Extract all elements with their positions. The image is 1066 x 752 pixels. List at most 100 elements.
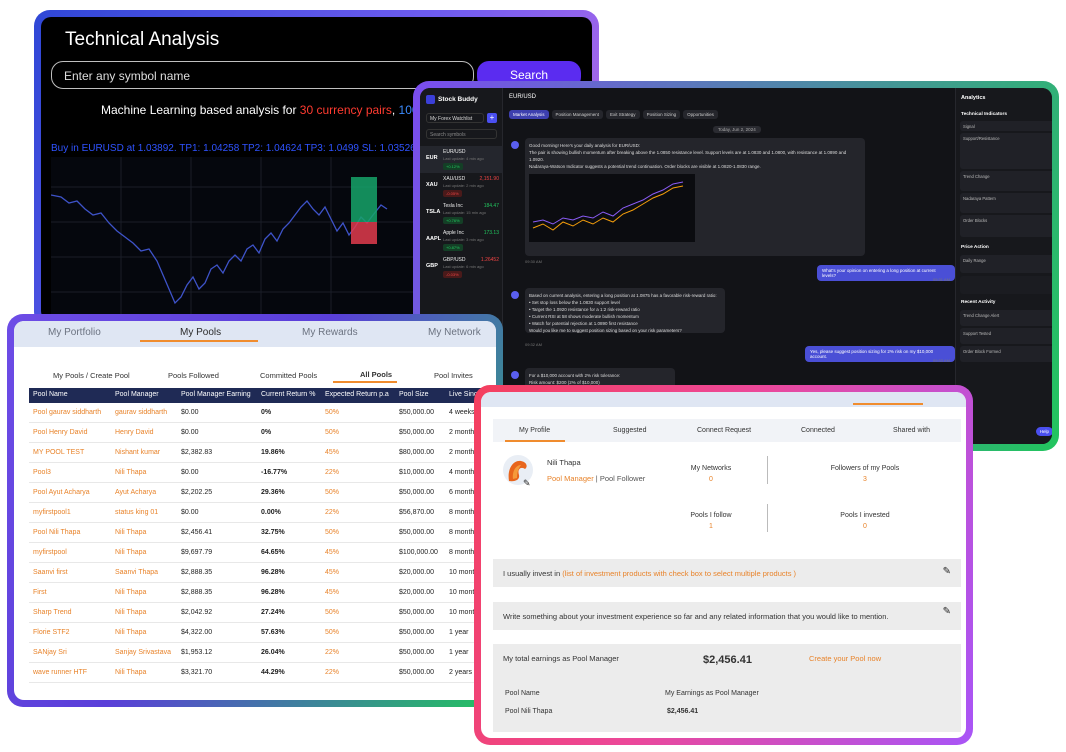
stat-followers[interactable]: Followers of my Pools 3	[805, 465, 925, 483]
pool-name-cell[interactable]: MY POOL TEST	[33, 449, 84, 456]
edit-icon[interactable]: ✎	[943, 566, 951, 577]
pool-name-cell[interactable]: wave runner HTF	[33, 669, 87, 676]
watchlist-item[interactable]: GBP GBP/USD Last update: 6 min ago -0.03…	[420, 254, 503, 281]
table-row[interactable]: Sharp Trend Nili Thapa $2,042.92 27.24% 50% $…	[29, 603, 491, 623]
watchlist-select[interactable]: My Forex Watchlist	[426, 113, 484, 123]
section-title: Price Action	[961, 245, 989, 250]
stop-loss-zone	[351, 222, 377, 244]
tab-exit-strategy[interactable]: Exit Strategy	[606, 110, 640, 119]
col-pool-manager[interactable]: Pool Manager	[115, 391, 159, 398]
pool-manager-cell[interactable]: status king 01	[115, 509, 158, 516]
tab-connect-request[interactable]: Connect Request	[697, 427, 751, 434]
tab-my-profile[interactable]: My Profile	[519, 427, 550, 434]
pool-name-cell[interactable]: Sharp Trend	[33, 609, 72, 616]
pool-name-cell[interactable]: Pool Nili Thapa	[33, 529, 80, 536]
subtab-pools-followed[interactable]: Pools Followed	[168, 371, 219, 380]
tab-my-rewards[interactable]: My Rewards	[302, 327, 358, 338]
subtab-all-pools[interactable]: All Pools	[360, 370, 392, 379]
pool-manager-cell[interactable]: Nili Thapa	[115, 589, 146, 596]
pool-name-cell[interactable]: Pool Ayut Acharya	[33, 489, 90, 496]
watchlist-item[interactable]: XAU XAU/USD Last update: 2 min ago -0.05…	[420, 173, 503, 200]
symbol-search-input[interactable]: Enter any symbol name	[51, 61, 474, 89]
pool-name-cell[interactable]: First	[33, 589, 47, 596]
pool-manager-cell[interactable]: Ayut Acharya	[115, 489, 156, 496]
pool-name-cell[interactable]: myfirstpool	[33, 549, 67, 556]
pool-name-cell[interactable]: myfirstpool1	[33, 509, 71, 516]
pool-manager-cell[interactable]: Nili Thapa	[115, 629, 146, 636]
add-watchlist-button[interactable]: +	[487, 113, 497, 123]
tab-shared-with[interactable]: Shared with	[893, 427, 930, 434]
stat-pools-i-invested[interactable]: Pools I invested 0	[805, 512, 925, 530]
table-row[interactable]: myfirstpool1 status king 01 $0.00 0.00% 22% $…	[29, 503, 491, 523]
tab-suggested[interactable]: Suggested	[613, 427, 646, 434]
message-line: • Target the 1.0920 resistance for a 1:2…	[529, 307, 640, 312]
col-current-return[interactable]: Current Return %	[261, 391, 315, 398]
table-row[interactable]: MY POOL TEST Nishant kumar $2,382.83 19.86%…	[29, 443, 491, 463]
pool-manager-cell[interactable]: Nili Thapa	[115, 469, 146, 476]
pool-name-cell[interactable]: SANjay Sri	[33, 649, 67, 656]
timeframe-card	[960, 276, 1052, 294]
pool-name-cell[interactable]: Saanvi first	[33, 569, 68, 576]
help-button[interactable]: Help	[1035, 427, 1052, 436]
table-row[interactable]: myfirstpool Nili Thapa $9,697.79 64.65% 45% $…	[29, 543, 491, 563]
watchlist-item[interactable]: AAPL Apple Inc Last update: 3 min ago +0…	[420, 227, 503, 254]
watchlist-item[interactable]: TSLA Tesla Inc Last update: 15 min ago +…	[420, 200, 503, 227]
tab-position-sizing[interactable]: Position Sizing	[642, 110, 681, 119]
stat-my-networks[interactable]: My Networks 0	[651, 465, 771, 483]
col-pool-name[interactable]: Pool Name	[33, 391, 68, 398]
col-expected-return[interactable]: Expected Return p.a	[325, 391, 389, 398]
symbol-search-input[interactable]: Search symbols	[426, 129, 497, 139]
expected-return-cell: 50%	[325, 529, 340, 536]
pool-name-cell[interactable]: Pool Henry David	[33, 429, 87, 436]
pool-manager-cell[interactable]: Nili Thapa	[115, 609, 146, 616]
tab-opportunities[interactable]: Opportunities	[683, 110, 718, 119]
table-row[interactable]: Pool Nili Thapa Nili Thapa $2,456.41 32.75%…	[29, 523, 491, 543]
table-row[interactable]: Saanvi first Saanvi Thapa $2,888.35 96.28% 4…	[29, 563, 491, 583]
date-separator: Today, Jun 2, 2024	[713, 126, 761, 133]
table-row[interactable]: SANjay Sri Sanjay Srivastava $1,953.12 26.0…	[29, 643, 491, 663]
stat-pools-i-follow[interactable]: Pools I follow 1	[651, 512, 771, 530]
edit-icon[interactable]: ✎	[943, 606, 951, 617]
expected-return-cell: 22%	[325, 509, 340, 516]
col-manager-earning[interactable]: Pool Manager Earning	[181, 391, 251, 398]
subtab-committed-pools[interactable]: Committed Pools	[260, 371, 317, 380]
pool-manager-cell[interactable]: Nishant kumar	[115, 449, 160, 456]
pool-manager-cell[interactable]: Henry David	[115, 429, 154, 436]
table-row[interactable]: Pool Ayut Acharya Ayut Acharya $2,202.25 29…	[29, 483, 491, 503]
update-time: Last update: 6 min ago	[443, 264, 484, 269]
create-pool-link[interactable]: Create your Pool now	[809, 654, 881, 663]
tab-position-management[interactable]: Position Management	[551, 110, 604, 119]
pool-name-cell[interactable]: Pool3	[33, 469, 51, 476]
col-pool-size[interactable]: Pool Size	[399, 391, 429, 398]
investment-products-link[interactable]: (list of investment products with check …	[562, 569, 796, 578]
pool-manager-cell[interactable]: Nili Thapa	[115, 669, 146, 676]
tab-market-analysis[interactable]: Market Analysis	[509, 110, 549, 119]
subtab-pool-invites[interactable]: Pool Invites	[434, 371, 473, 380]
pool-name-cell[interactable]: Pool gaurav siddharth	[33, 409, 101, 416]
watchlist-item[interactable]: EUR EUR/USD Last update: 4 min ago +0.12…	[420, 146, 503, 173]
live-since-cell: 1 year	[449, 649, 469, 656]
pool-manager-cell[interactable]: gaurav siddharth	[115, 409, 167, 416]
tab-my-pools[interactable]: My Pools	[180, 327, 221, 338]
pool-manager-cell[interactable]: Nili Thapa	[115, 549, 146, 556]
table-row[interactable]: Pool gaurav siddharth gaurav siddharth $0.…	[29, 403, 491, 423]
table-row[interactable]: Florie STF2 Nili Thapa $4,322.00 57.63% 50% $…	[29, 623, 491, 643]
section-title: Recent Activity	[961, 300, 996, 305]
table-row[interactable]: Pool Henry David Henry David $0.00 0% 50% $50…	[29, 423, 491, 443]
pool-name-cell[interactable]: Florie STF2	[33, 629, 70, 636]
stat-value: 1	[709, 523, 713, 530]
investment-text: I usually invest in (list of investment …	[503, 569, 796, 578]
table-row[interactable]: Pool3 Nili Thapa $0.00 -16.77% 22% $10,000.00…	[29, 463, 491, 483]
table-row[interactable]: wave runner HTF Nili Thapa $3,321.70 44.29%…	[29, 663, 491, 683]
subtab-my-pools-create[interactable]: My Pools / Create Pool	[53, 371, 130, 380]
table-row[interactable]: First Nili Thapa $2,888.35 96.28% 45% $20,000…	[29, 583, 491, 603]
symbol-header: EUR/USD	[509, 94, 537, 100]
tab-my-portfolio[interactable]: My Portfolio	[48, 327, 101, 338]
price-chart[interactable]	[50, 157, 471, 321]
pool-manager-cell[interactable]: Saanvi Thapa	[115, 569, 158, 576]
pool-manager-cell[interactable]: Nili Thapa	[115, 529, 146, 536]
tab-my-network[interactable]: My Network	[428, 327, 481, 338]
edit-avatar-icon[interactable]: ✎	[523, 478, 531, 489]
pool-manager-cell[interactable]: Sanjay Srivastava	[115, 649, 171, 656]
tab-connected[interactable]: Connected	[801, 427, 835, 434]
